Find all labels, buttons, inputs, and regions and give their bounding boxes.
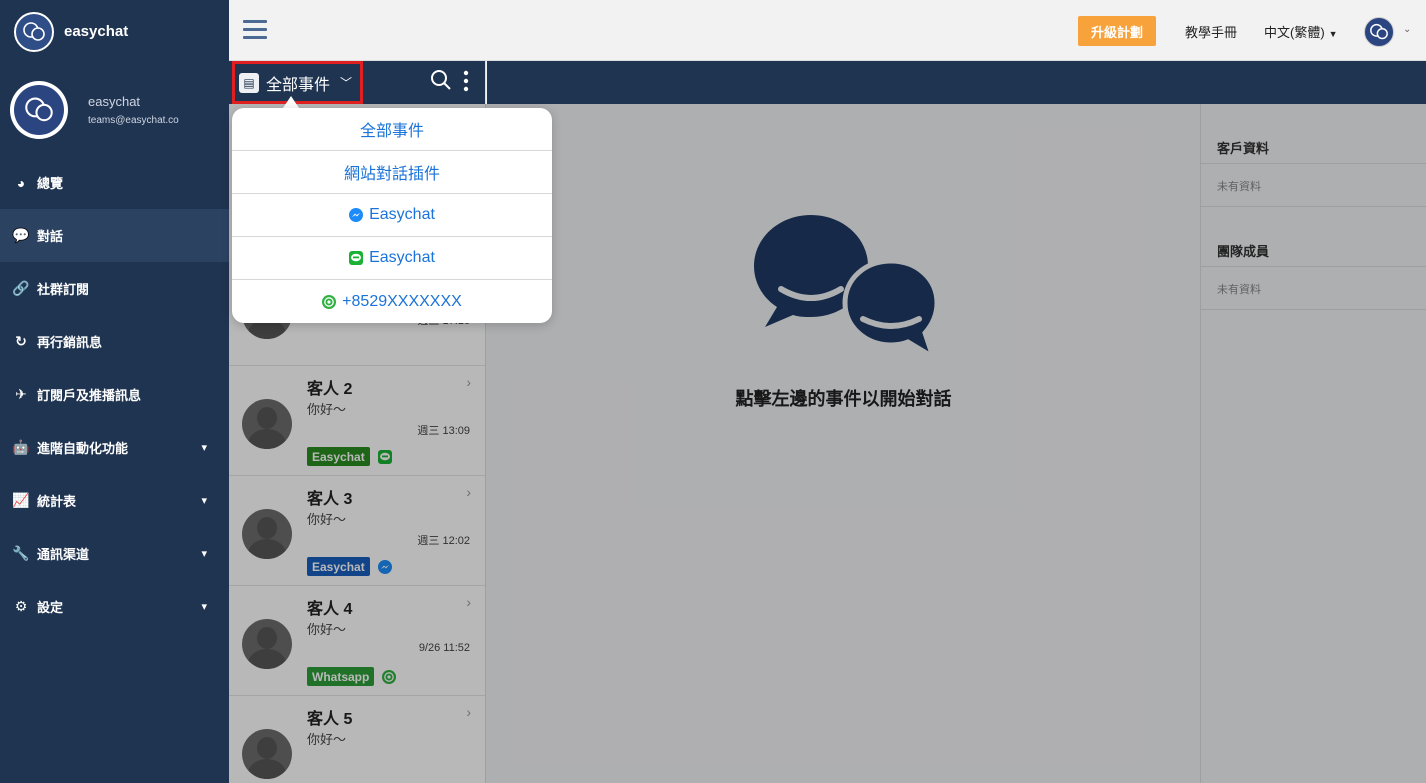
messenger-icon xyxy=(349,208,364,222)
line-icon xyxy=(349,251,364,265)
sidebar-item[interactable]: 🔧 通訊渠道 ▾ xyxy=(0,527,229,580)
sidebar-nav: ◕ 總覽 💬 對話 🔗 社群訂閱 ↻ 再行銷訊息 ✈ 訂閱戶及推播訊息 🤖 進階自動化功能 ▾ 📈 統計表 ▾… xyxy=(0,156,229,633)
top-bar: 升級計劃 教學手冊 中文(繁體) ▼ ⌄ xyxy=(229,0,1426,61)
manual-link[interactable]: 教學手冊 xyxy=(1185,22,1237,41)
brand[interactable]: easychat xyxy=(0,0,229,63)
dropdown-option[interactable]: 網站對話插件 xyxy=(232,151,552,194)
sidebar-item[interactable]: 🔗 社群訂閱 xyxy=(0,262,229,315)
dropdown-option[interactable]: 全部事件 xyxy=(232,108,552,151)
more-options-icon[interactable] xyxy=(463,70,469,92)
sidebar-item-label: 社群訂閱 xyxy=(37,282,90,297)
whatsapp-icon xyxy=(322,294,337,309)
sidebar-item-label: 總覽 xyxy=(37,176,64,191)
chevron-down-icon: ▾ xyxy=(201,601,207,613)
sidebar-item[interactable]: ◕ 總覽 xyxy=(0,156,229,209)
upgrade-plan-button[interactable]: 升級計劃 xyxy=(1078,16,1156,46)
account-avatar[interactable] xyxy=(1364,17,1394,47)
dropdown-option[interactable]: Easychat xyxy=(232,194,552,237)
sidebar-item-label: 訂閱戶及推播訊息 xyxy=(37,388,142,403)
chart-line-icon: 📈 xyxy=(12,492,30,508)
send-icon: ✈ xyxy=(15,386,27,402)
gear-icon: ⚙ xyxy=(14,598,28,614)
avatar xyxy=(10,80,68,139)
sidebar-item[interactable]: ✈ 訂閱戶及推播訊息 xyxy=(0,368,229,421)
chevron-down-icon: ▾ xyxy=(201,495,207,507)
dropdown-pointer xyxy=(283,96,299,108)
refresh-icon: ↻ xyxy=(15,333,27,349)
conversation-list-header: ▤ 全部事件 ﹀ xyxy=(229,61,485,104)
chevron-down-icon: ▾ xyxy=(201,442,207,454)
avatar-logo-icon xyxy=(14,84,64,135)
link-icon: 🔗 xyxy=(12,280,30,296)
dropdown-option[interactable]: +8529XXXXXXX xyxy=(232,280,552,323)
dropdown-option-label: +8529XXXXXXX xyxy=(342,292,462,310)
sidebar-item-label: 對話 xyxy=(37,229,64,244)
filter-label: 全部事件 xyxy=(266,76,331,94)
dashboard-icon: ◕ xyxy=(16,174,26,191)
dropdown-option-label: 全部事件 xyxy=(359,123,424,140)
android-icon: 🤖 xyxy=(12,439,30,455)
profile-name: easychat xyxy=(88,93,141,109)
sidebar-item[interactable]: 🤖 進階自動化功能 ▾ xyxy=(0,421,229,474)
sidebar-item-label: 設定 xyxy=(37,600,64,615)
chevron-down-icon: ▾ xyxy=(201,548,207,560)
wrench-icon: 🔧 xyxy=(12,545,30,561)
search-icon[interactable] xyxy=(430,69,452,96)
dropdown-option-label: Easychat xyxy=(369,249,435,266)
sidebar-item-label: 通訊渠道 xyxy=(37,547,90,562)
sidebar-item[interactable]: ⚙ 設定 ▾ xyxy=(0,580,229,633)
sidebar: easychat easychat teams@easychat.co ◕ 總覽 💬… xyxy=(0,0,229,783)
brand-logo-icon xyxy=(14,11,54,52)
dropdown-option-label: 網站對話插件 xyxy=(343,166,440,183)
sidebar-item[interactable]: 💬 對話 xyxy=(0,209,229,262)
brand-name: easychat xyxy=(64,23,129,40)
sidebar-item[interactable]: 📈 統計表 ▾ xyxy=(0,474,229,527)
dropdown-option-label: Easychat xyxy=(369,206,435,223)
chat-header xyxy=(487,61,1426,104)
archive-icon: ▤ xyxy=(239,72,259,93)
chevron-down-icon[interactable]: ⌄ xyxy=(1403,24,1411,35)
sidebar-item-label: 再行銷訊息 xyxy=(37,335,103,350)
sidebar-item-label: 統計表 xyxy=(37,494,77,509)
language-label: 中文(繁體) xyxy=(1264,25,1325,40)
user-profile[interactable]: easychat teams@easychat.co xyxy=(0,63,229,156)
sidebar-item[interactable]: ↻ 再行銷訊息 xyxy=(0,315,229,368)
event-filter-dropdown: 全部事件網站對話插件 Easychat Easychat +8529XXXXXXX xyxy=(232,108,552,323)
hamburger-menu-icon[interactable] xyxy=(243,20,267,44)
profile-email: teams@easychat.co xyxy=(88,114,179,126)
sidebar-item-label: 進階自動化功能 xyxy=(37,441,129,456)
chat-icon: 💬 xyxy=(12,227,30,243)
language-selector[interactable]: 中文(繁體) ▼ xyxy=(1264,22,1338,41)
dropdown-option[interactable]: Easychat xyxy=(232,237,552,280)
chevron-down-icon: ﹀ xyxy=(340,76,353,90)
caret-down-icon: ▼ xyxy=(1328,29,1338,39)
